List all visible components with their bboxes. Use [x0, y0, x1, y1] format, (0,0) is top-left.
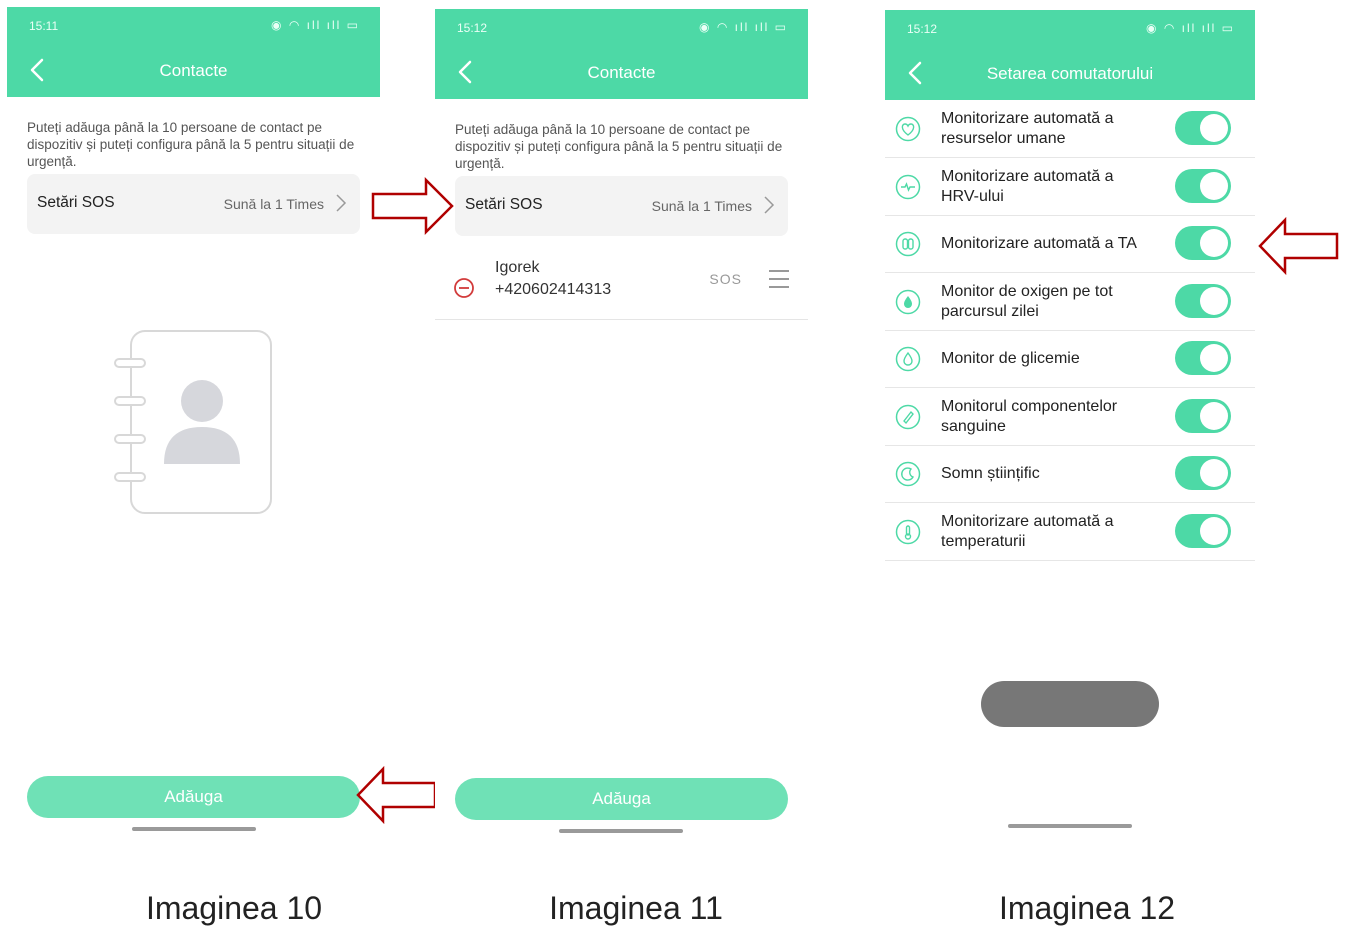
thermometer-icon	[895, 519, 921, 544]
toggle-switch[interactable]	[1175, 283, 1231, 318]
setting-label: Monitorizare automată a TA	[941, 235, 1137, 252]
setting-row: Monitor de glicemie	[885, 330, 1255, 388]
caption-image-11: Imaginea 11	[549, 890, 723, 926]
sos-settings-row[interactable]: Setări SOS Sună la 1 Times	[27, 174, 360, 234]
toggle-knob	[1200, 344, 1228, 372]
page-title: Setarea comutatorului	[986, 64, 1154, 83]
toggle-knob	[1200, 171, 1228, 200]
toggle-switch[interactable]	[1175, 456, 1231, 490]
status-time: 15:12	[907, 22, 938, 36]
chevron-right-icon	[336, 194, 347, 212]
setting-label: Monitorizare automată a resurselor umane	[941, 110, 1114, 147]
contact-phone: +420602414313	[495, 281, 612, 298]
toggle-knob	[1200, 459, 1228, 487]
setting-label: Monitorul componentelor sanguine	[941, 397, 1118, 435]
sos-settings-label: Setări SOS	[465, 196, 543, 213]
oxygen-icon	[895, 289, 921, 314]
toggle-knob	[1200, 516, 1228, 545]
setting-label: Monitor de glicemie	[941, 350, 1080, 367]
app-header: Contacte	[7, 47, 380, 97]
toggle-knob	[1200, 114, 1228, 142]
blood-components-icon	[895, 404, 921, 429]
phone-screen-switch-settings: 15:12 ◉ ◠ ıll ıll ▭ Setarea comutatorulu…	[885, 10, 1255, 845]
red-arrow-left-icon	[1258, 216, 1339, 276]
page-title: Contacte	[587, 63, 656, 82]
info-text: Puteți adăuga până la 10 persoane de con…	[27, 120, 355, 169]
home-indicator	[1008, 824, 1132, 828]
status-bar: 15:12 ◉ ◠ ıll ıll ▭	[435, 9, 808, 49]
glucose-icon	[895, 346, 921, 372]
contact-name: Igorek	[495, 259, 540, 276]
toggle-switch[interactable]	[1175, 513, 1231, 548]
heart-icon	[895, 116, 921, 142]
setting-row: Somn științific	[885, 445, 1255, 503]
setting-label: Somn științific	[941, 465, 1040, 482]
toggle-switch[interactable]	[1175, 226, 1231, 260]
setting-row: Monitorizare automată a resurselor umane	[885, 100, 1255, 158]
status-icons: ◉ ◠ ıll ıll ▭	[699, 20, 788, 34]
setting-row: Monitorizare automată a temperaturii	[885, 503, 1255, 561]
setting-label: Monitorizare automată a temperaturii	[941, 512, 1114, 550]
caption-image-10: Imaginea 10	[145, 890, 323, 926]
setting-row: Monitorizare automată a HRV-ului	[885, 158, 1255, 216]
setting-row: Monitorul componentelor sanguine	[885, 388, 1255, 446]
home-indicator	[559, 829, 683, 833]
blood-pressure-icon	[895, 231, 921, 257]
status-icons: ◉ ◠ ıll ıll ▭	[1146, 21, 1235, 35]
toggle-knob	[1200, 401, 1228, 430]
red-arrow-right-icon	[371, 176, 454, 236]
add-contact-button[interactable]: Adăuga	[27, 776, 360, 818]
setting-label: Monitor de oxigen pe tot parcursul zilei	[941, 282, 1113, 320]
setting-row: Monitor de oxigen pe tot parcursul zilei	[885, 273, 1255, 331]
toggle-switch[interactable]	[1175, 341, 1231, 375]
toggle-switch[interactable]	[1175, 111, 1231, 145]
sos-settings-value: Sună la 1 Times	[223, 196, 324, 212]
info-text: Puteți adăuga până la 10 persoane de con…	[455, 122, 783, 171]
hrv-icon	[895, 174, 921, 199]
status-time: 15:11	[29, 19, 59, 33]
sos-settings-label: Setări SOS	[37, 194, 115, 211]
sos-settings-value: Sună la 1 Times	[651, 198, 752, 214]
sos-badge[interactable]: SOS	[709, 271, 742, 287]
status-bar: 15:11 ◉ ◠ ıll ıll ▭	[7, 7, 380, 47]
app-header: Setarea comutatorului	[885, 50, 1255, 100]
home-indicator	[132, 827, 256, 831]
setting-row: Monitorizare automată a TA	[885, 215, 1255, 273]
toggle-knob	[1200, 229, 1228, 257]
sos-settings-row[interactable]: Setări SOS Sună la 1 Times	[455, 176, 788, 236]
phone-screen-contacts-list: 15:12 ◉ ◠ ıll ıll ▭ Contacte Puteți adău…	[435, 9, 808, 844]
status-time: 15:12	[457, 21, 488, 35]
status-bar: 15:12 ◉ ◠ ıll ıll ▭	[885, 10, 1255, 50]
chevron-right-icon	[764, 196, 775, 214]
caption-image-12: Imaginea 12	[998, 890, 1176, 926]
toggle-switch[interactable]	[1175, 398, 1231, 433]
contact-row[interactable]: Igorek +420602414313 SOS	[435, 257, 808, 320]
red-arrow-left-icon	[356, 765, 437, 825]
phone-screen-contacts-empty: 15:11 ◉ ◠ ıll ıll ▭ Contacte Puteți adău…	[7, 7, 380, 842]
add-contact-button[interactable]: Adăuga	[455, 778, 788, 820]
address-book-icon	[114, 330, 272, 514]
toggle-knob	[1200, 286, 1228, 315]
sleep-icon	[895, 461, 921, 487]
page-title: Contacte	[159, 61, 228, 80]
status-icons: ◉ ◠ ıll ıll ▭	[271, 18, 360, 32]
setting-label: Monitorizare automată a HRV-ului	[941, 167, 1114, 205]
toggle-switch[interactable]	[1175, 168, 1231, 203]
remove-contact-icon[interactable]	[453, 277, 475, 299]
app-header: Contacte	[435, 49, 808, 99]
pill-button[interactable]	[981, 681, 1159, 727]
drag-handle-icon[interactable]	[768, 267, 790, 291]
